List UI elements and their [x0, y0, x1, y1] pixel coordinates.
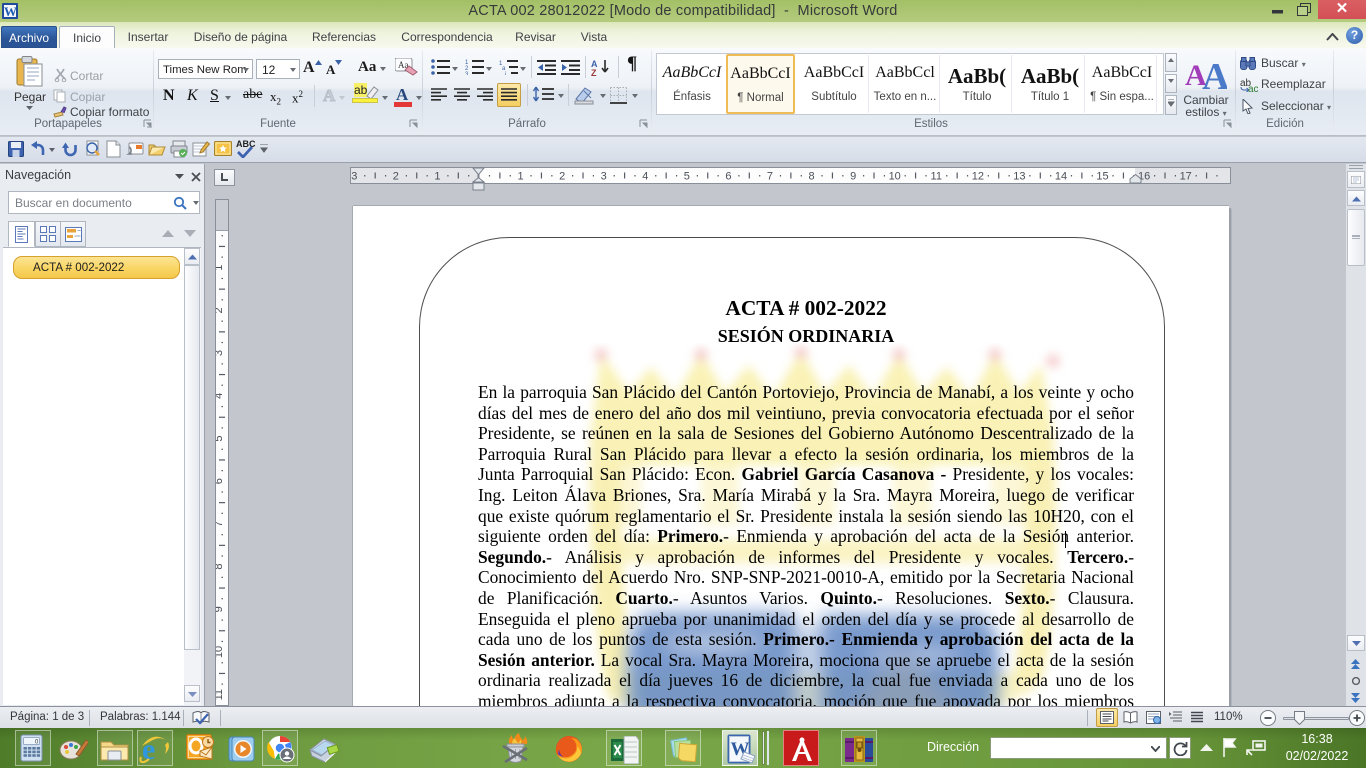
- svg-text:2: 2: [393, 171, 399, 183]
- svg-text:8: 8: [216, 564, 225, 570]
- svg-text:13: 13: [1013, 171, 1025, 183]
- svg-text:9: 9: [216, 606, 225, 612]
- svg-text:7: 7: [216, 521, 225, 527]
- svg-text:4: 4: [216, 393, 225, 399]
- svg-text:1: 1: [518, 171, 524, 183]
- svg-text:5: 5: [684, 171, 690, 183]
- svg-text:10: 10: [216, 646, 225, 658]
- svg-text:11: 11: [216, 689, 225, 700]
- svg-text:17: 17: [1180, 171, 1192, 183]
- svg-text:A: A: [1202, 56, 1227, 89]
- svg-text:3: 3: [351, 171, 357, 183]
- svg-text:3: 3: [601, 171, 607, 183]
- svg-text:15: 15: [1096, 171, 1108, 183]
- svg-text:i: i: [505, 72, 506, 75]
- svg-text:2: 2: [559, 171, 565, 183]
- svg-text:7: 7: [767, 171, 773, 183]
- svg-text:4: 4: [642, 171, 648, 183]
- svg-text:10: 10: [889, 171, 901, 183]
- svg-text:1: 1: [434, 171, 440, 183]
- svg-text:2: 2: [216, 307, 225, 313]
- svg-text:9: 9: [850, 171, 856, 183]
- svg-text:3: 3: [216, 350, 225, 356]
- svg-text:3: 3: [465, 72, 469, 75]
- svg-text:8: 8: [808, 171, 814, 183]
- svg-text:12: 12: [972, 171, 984, 183]
- svg-text:14: 14: [1055, 171, 1067, 183]
- svg-text:ac: ac: [1248, 84, 1258, 92]
- svg-text:5: 5: [216, 435, 225, 441]
- svg-text:6: 6: [725, 171, 731, 183]
- svg-text:6: 6: [216, 478, 225, 484]
- svg-text:1: 1: [216, 265, 225, 271]
- svg-text:Z: Z: [591, 68, 597, 76]
- svg-text:11: 11: [931, 171, 942, 183]
